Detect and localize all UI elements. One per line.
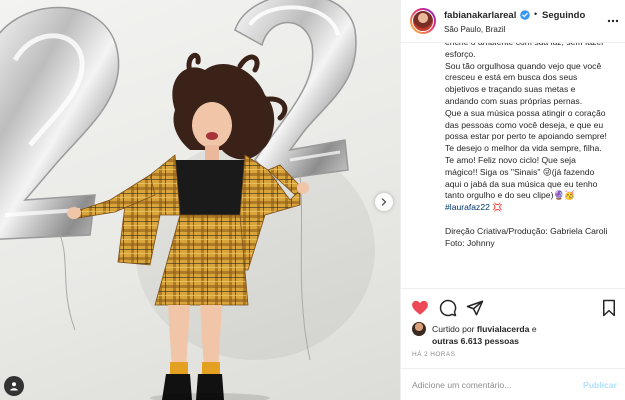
tagged-users-button[interactable] <box>4 376 24 396</box>
author-username[interactable]: fabianakarlareal <box>444 10 516 21</box>
hashtag-link[interactable]: #laurafaz22 <box>445 202 490 212</box>
next-photo-button[interactable] <box>375 193 393 211</box>
bookmark-icon[interactable] <box>600 299 618 317</box>
post-timestamp[interactable]: HÁ 2 HORAS <box>412 351 455 358</box>
share-icon[interactable] <box>466 299 484 317</box>
chevron-right-icon <box>381 198 387 206</box>
post-actions <box>401 288 625 328</box>
comment-form: Publicar <box>401 368 625 400</box>
post-location[interactable]: São Paulo, Brazil <box>444 25 505 34</box>
caption-line: Que a sua música possa atingir o coração… <box>445 107 608 142</box>
verified-badge-icon <box>520 10 530 20</box>
post-photo-scene <box>0 0 375 400</box>
likes-count-link[interactable]: outras 6.613 pessoas <box>432 336 519 346</box>
post-photo[interactable] <box>0 0 400 400</box>
publish-button[interactable]: Publicar <box>583 380 617 390</box>
comment-input[interactable] <box>412 378 572 392</box>
caption-line: Te desejo o melhor da vida sempre, filha… <box>445 143 604 201</box>
likes-text: Curtido por fluvialacerda e outras 6.613… <box>432 324 537 346</box>
liker-username[interactable]: fluvialacerda <box>477 324 530 334</box>
post-caption: enche o ambiente com sua luz, sem fazer … <box>445 43 610 288</box>
more-options-icon[interactable] <box>607 16 619 26</box>
separator-dot: • <box>534 9 538 19</box>
user-tag-icon <box>10 382 18 391</box>
post-side-panel: fabianakarlareal • Seguindo São Paulo, B… <box>400 0 625 400</box>
liker-avatar[interactable] <box>412 322 426 336</box>
avatar[interactable] <box>410 8 436 34</box>
caption-credits: Foto: Johnny <box>445 237 495 248</box>
caption-credits: Direção Criativa/Produção: Gabriela Caro… <box>445 225 608 236</box>
following-button[interactable]: Seguindo <box>542 10 585 21</box>
caption-line: Sou tão orgulhosa quando vejo que você c… <box>445 60 604 106</box>
comment-icon[interactable] <box>439 299 457 317</box>
heart-icon[interactable] <box>411 299 429 317</box>
hashtag-emoji: 💢 <box>489 202 504 213</box>
caption-line: enche o ambiente com sua luz, sem fazer … <box>445 43 604 59</box>
post-header: fabianakarlareal • Seguindo São Paulo, B… <box>401 0 625 43</box>
